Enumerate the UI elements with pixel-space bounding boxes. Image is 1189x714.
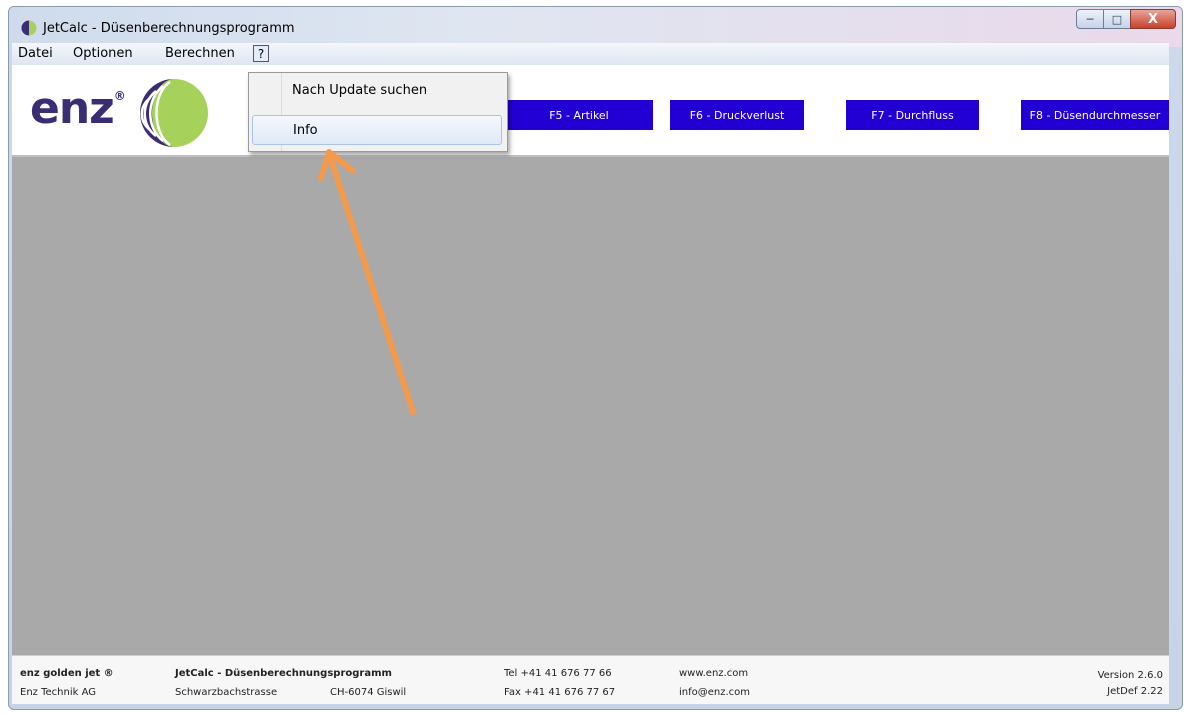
menu-item-info[interactable]: Info bbox=[252, 115, 502, 145]
maximize-button[interactable]: □ bbox=[1104, 9, 1130, 29]
menu-berechnen[interactable]: Berechnen bbox=[165, 46, 235, 61]
window-controls: ─ □ X bbox=[1076, 9, 1176, 31]
menu-help[interactable]: ? bbox=[253, 45, 269, 62]
f5-artikel-button[interactable]: F5 - Artikel bbox=[505, 100, 653, 130]
f8-duesendurchmesser-button[interactable]: F8 - Düsendurchmesser bbox=[1021, 100, 1169, 130]
status-brand: enz golden jet ® bbox=[20, 668, 114, 679]
status-city: CH-6074 Giswil bbox=[330, 687, 407, 698]
status-street: Schwarzbachstrasse bbox=[175, 687, 278, 698]
status-web[interactable]: www.enz.com bbox=[679, 668, 748, 679]
menu-datei[interactable]: Datei bbox=[18, 46, 53, 61]
logo-registered: ® bbox=[113, 89, 126, 103]
f7-durchfluss-button[interactable]: F7 - Durchfluss bbox=[846, 100, 979, 130]
menu-item-check-update[interactable]: Nach Update suchen bbox=[252, 76, 502, 106]
window-title: JetCalc - Düsenberechnungsprogramm bbox=[43, 21, 295, 36]
title-bar[interactable]: JetCalc - Düsenberechnungsprogramm ─ □ X bbox=[9, 7, 1182, 47]
enz-logo: enz® bbox=[30, 83, 126, 134]
f6-druckverlust-button[interactable]: F6 - Druckverlust bbox=[670, 100, 804, 130]
close-button[interactable]: X bbox=[1130, 9, 1176, 29]
help-dropdown-menu: Nach Update suchen Info bbox=[248, 72, 508, 152]
app-icon bbox=[21, 20, 37, 36]
status-fax: Fax +41 41 676 77 67 bbox=[504, 687, 616, 698]
menu-bar: Datei Optionen Berechnen ? bbox=[12, 43, 1169, 66]
status-jetdef: JetDef 2.22 bbox=[1107, 686, 1163, 697]
enz-logo-mark-icon bbox=[140, 79, 208, 147]
status-version: Version 2.6.0 bbox=[1097, 670, 1163, 681]
status-tel: Tel +41 41 676 77 66 bbox=[504, 668, 612, 679]
menu-item-check-update-label: Nach Update suchen bbox=[292, 83, 428, 98]
status-product: JetCalc - Düsenberechnungsprogramm bbox=[175, 668, 392, 679]
workspace-area bbox=[12, 157, 1169, 655]
header-banner: enz® F5 - Artikel F6 - Druckverlust F7 -… bbox=[12, 65, 1169, 157]
logo-text: enz bbox=[30, 83, 115, 134]
status-bar: enz golden jet ® Enz Technik AG JetCalc … bbox=[12, 655, 1169, 704]
menu-item-info-label: Info bbox=[293, 123, 318, 138]
status-email[interactable]: info@enz.com bbox=[679, 687, 750, 698]
minimize-button[interactable]: ─ bbox=[1076, 9, 1104, 29]
status-company: Enz Technik AG bbox=[20, 687, 96, 698]
menu-optionen[interactable]: Optionen bbox=[73, 46, 133, 61]
